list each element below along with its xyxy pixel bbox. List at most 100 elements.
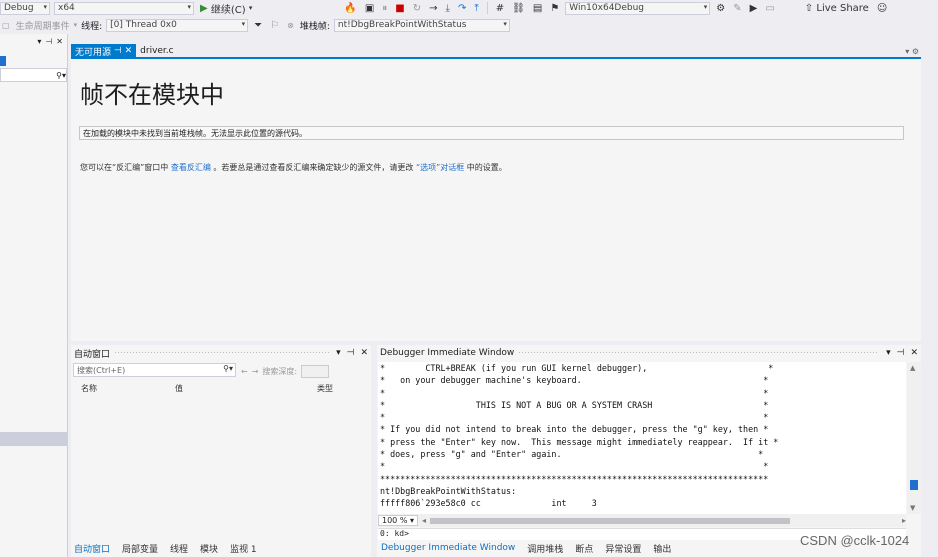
chevron-down-icon: ▾	[241, 19, 246, 28]
lifecycle-label[interactable]: 生命周期事件	[16, 19, 70, 32]
scroll-down-icon[interactable]: ▼	[910, 504, 915, 512]
chevron-down-icon: ▾	[248, 4, 253, 12]
zoom-combo[interactable]: 100 % ▾	[378, 515, 418, 526]
options-dialog-link[interactable]: “选项”对话框	[416, 163, 464, 172]
share-icon: ⇧	[804, 2, 814, 14]
flag-icon[interactable]: ⚑	[548, 1, 561, 15]
run-icon[interactable]: ▶	[748, 1, 760, 15]
attach-icon[interactable]: ⚙	[714, 1, 727, 15]
scroll-left-icon[interactable]: ◂	[422, 516, 426, 525]
thread-combo[interactable]: [0] Thread 0x0 ▾	[106, 18, 249, 32]
tab-autos[interactable]: 自动窗口	[71, 541, 113, 556]
show-next-statement-icon[interactable]: →	[427, 1, 439, 15]
tab-call-stack[interactable]: 调用堆栈	[524, 541, 566, 556]
screenshot-icon[interactable]: ▣	[363, 1, 376, 15]
immediate-output[interactable]: * CTRL+BREAK (if you run GUI kernel debu…	[378, 362, 906, 514]
live-share-label: Live Share	[816, 2, 869, 14]
config-combo[interactable]: Debug ▾	[0, 1, 50, 15]
pin-icon[interactable]: ⊣	[45, 37, 52, 46]
toggle-icon[interactable]: ⊗	[285, 18, 296, 32]
search-icon: ⚲▾	[56, 70, 66, 80]
hscroll-thumb[interactable]	[430, 517, 790, 524]
hot-reload-icon[interactable]: 🔥	[342, 1, 358, 15]
threads-icon[interactable]: ⛓	[510, 1, 527, 15]
stop-icon[interactable]: ■	[393, 1, 406, 15]
tab-driver-c[interactable]: driver.c	[136, 44, 177, 58]
stackframe-label: 堆栈帧:	[299, 21, 330, 32]
close-icon[interactable]: ✕	[360, 348, 368, 358]
filter-icon[interactable]: ⏷	[252, 18, 264, 32]
zoom-value: 100 %	[382, 516, 408, 525]
column-name[interactable]: 名称	[81, 383, 175, 394]
comment-icon[interactable]: ▤	[531, 1, 544, 15]
immediate-title: Debugger Immediate Window	[380, 348, 515, 358]
tab-threads[interactable]: 线程	[167, 541, 191, 556]
tab-immediate[interactable]: Debugger Immediate Window	[378, 542, 518, 554]
main-toolbar: Debug ▾ x64 ▾ ▶ 继续(C) ▾ 🔥 ▣ ⏸ ■ ↻ → ⤓ ↷ ⤒ …	[0, 0, 938, 16]
tab-output[interactable]: 输出	[650, 541, 674, 556]
tab-breakpoints[interactable]: 断点	[572, 541, 596, 556]
column-value[interactable]: 值	[175, 383, 317, 394]
panel-menu-icon[interactable]: ▾	[886, 348, 891, 358]
search-depth-label: 搜索深度:	[262, 367, 298, 376]
watermark: CSDN @cclk-1024	[800, 533, 910, 548]
continue-button[interactable]: ▶ 继续(C) ▾	[198, 1, 254, 16]
forward-icon[interactable]: →	[252, 367, 259, 376]
search-depth-combo[interactable]	[301, 365, 330, 378]
close-icon[interactable]: ✕	[125, 46, 133, 56]
scroll-right-icon[interactable]: ▸	[902, 516, 906, 525]
autos-search-input[interactable]: 搜索(Ctrl+E) ⚲▾	[73, 363, 236, 377]
target-combo[interactable]: Win10x64Debug ▾	[565, 1, 711, 15]
left-search-box[interactable]: ⚲▾	[0, 68, 67, 82]
close-icon[interactable]: ✕	[910, 348, 918, 358]
pause-icon[interactable]: ⏸	[380, 1, 389, 15]
step-over-icon[interactable]: ↷	[456, 1, 468, 15]
hint-text: 您可以在“反汇编”窗口中	[80, 163, 169, 172]
pen-icon[interactable]: ✎	[731, 1, 743, 15]
feedback-icon[interactable]: ☺	[875, 1, 889, 15]
tab-modules[interactable]: 模块	[197, 541, 221, 556]
output-line: * *	[380, 461, 769, 472]
tab-label: 无可用源	[75, 47, 112, 58]
scroll-thumb[interactable]	[910, 480, 918, 490]
live-share-button[interactable]: ⇧ Live Share	[803, 1, 871, 15]
hint-text: 。若要总是通过查看反汇编来确定缺少的源文件，请更改	[213, 163, 414, 172]
stackframe-combo[interactable]: nt!DbgBreakPointWithStatus ▾	[333, 18, 510, 32]
tab-exception-settings[interactable]: 异常设置	[602, 541, 644, 556]
output-line: * THIS IS NOT A BUG OR A SYSTEM CRASH *	[380, 399, 769, 410]
pin-icon[interactable]: ⊣	[897, 348, 905, 358]
autos-title: 自动窗口	[74, 349, 111, 360]
platform-combo[interactable]: x64 ▾	[54, 1, 194, 15]
panel-menu-icon[interactable]: ▾	[336, 348, 341, 358]
view-disassembly-link[interactable]: 查看反汇编	[171, 163, 211, 172]
selected-row[interactable]	[0, 432, 67, 446]
output-line: nt!DbgBreakPointWithStatus:	[380, 485, 517, 496]
pin-icon[interactable]: ⊣	[347, 348, 355, 358]
step-out-icon[interactable]: ⤒	[472, 1, 480, 15]
output-line: ****************************************…	[380, 473, 769, 484]
tab-no-source[interactable]: 无可用源 ⊣ ✕	[71, 44, 137, 58]
pin-icon[interactable]: ⊣	[114, 46, 122, 56]
tab-watch1[interactable]: 监视 1	[227, 541, 260, 556]
selection-marker	[0, 56, 6, 66]
tab-locals[interactable]: 局部变量	[119, 541, 161, 556]
layout-icon[interactable]: ▭	[763, 1, 776, 15]
column-type[interactable]: 类型	[317, 383, 333, 394]
kd-prompt: 0: kd>	[380, 529, 409, 538]
step-into-icon[interactable]: ⤓	[444, 1, 452, 15]
output-line: * press the "Enter" key now. This messag…	[380, 436, 779, 447]
vertical-scrollbar[interactable]: ▲ ▼	[907, 362, 921, 514]
close-icon[interactable]: ✕	[56, 37, 63, 46]
back-icon[interactable]: ←	[241, 367, 248, 376]
lifecycle-icon: ▢	[2, 20, 10, 30]
flag-thread-icon[interactable]: ⚐	[268, 18, 281, 32]
chevron-down-icon: ▾	[73, 21, 78, 29]
platform-value: x64	[58, 3, 75, 13]
hex-icon[interactable]: #	[494, 1, 506, 15]
panel-menu-icon[interactable]: ▾	[37, 37, 41, 46]
tab-overflow-icon[interactable]: ▾ ⚙	[905, 47, 919, 56]
immediate-titlebar: Debugger Immediate Window ▾ ⊣ ✕	[377, 345, 921, 361]
page-title: 帧不在模块中	[80, 81, 224, 109]
restart-icon[interactable]: ↻	[411, 1, 423, 15]
scroll-up-icon[interactable]: ▲	[910, 364, 915, 372]
